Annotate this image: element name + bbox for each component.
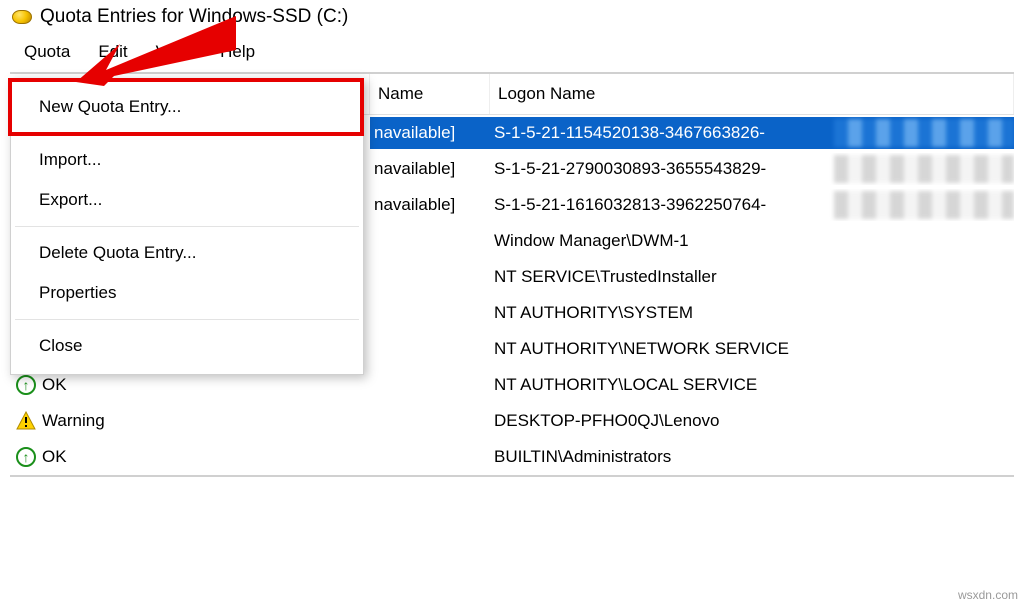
logon-text: NT AUTHORITY\LOCAL SERVICE	[494, 375, 757, 394]
menu-item-new-quota-entry[interactable]: New Quota Entry...	[11, 87, 363, 127]
menu-separator	[15, 133, 359, 134]
quota-dropdown: New Quota Entry... Import...Export... Dele…	[10, 78, 364, 375]
cell-name	[370, 343, 490, 355]
table-row[interactable]: Warning DESKTOP-PFHO0QJ\Lenovo	[10, 403, 1014, 439]
table-row[interactable]: OK BUILTIN\Administrators	[10, 439, 1014, 475]
logon-text: NT AUTHORITY\SYSTEM	[494, 303, 693, 322]
menu-view[interactable]: View	[142, 38, 207, 66]
cell-status: Warning	[10, 411, 370, 431]
window-title: Quota Entries for Windows-SSD (C:)	[40, 6, 348, 28]
cell-logon: S-1-5-21-2790030893-3655543829-	[490, 153, 1014, 185]
cell-name	[370, 235, 490, 247]
cell-logon: DESKTOP-PFHO0QJ\Lenovo	[490, 405, 1014, 437]
title-bar: Quota Entries for Windows-SSD (C:)	[0, 0, 1024, 32]
cell-logon: NT AUTHORITY\LOCAL SERVICE	[490, 369, 1014, 401]
cell-status: OK	[10, 447, 370, 467]
cell-name	[370, 379, 490, 391]
menu-separator	[15, 319, 359, 320]
menu-edit[interactable]: Edit	[84, 38, 141, 66]
logon-text: DESKTOP-PFHO0QJ\Lenovo	[494, 411, 720, 430]
status-text: Warning	[42, 411, 105, 431]
ok-icon	[16, 447, 36, 467]
cell-name	[370, 451, 490, 463]
logon-text: Window Manager\DWM-1	[494, 231, 689, 250]
cell-status: OK	[10, 375, 370, 395]
logon-text: S-1-5-21-1154520138-3467663826-	[494, 123, 765, 142]
menu-help[interactable]: Help	[206, 38, 269, 66]
cell-logon: S-1-5-21-1154520138-3467663826-	[490, 117, 1014, 149]
cell-name	[370, 415, 490, 427]
watermark: wsxdn.com	[958, 588, 1018, 602]
logon-text: NT AUTHORITY\NETWORK SERVICE	[494, 339, 789, 358]
cell-logon: S-1-5-21-1616032813-3962250764-	[490, 189, 1014, 221]
menu-item-delete-quota-entry[interactable]: Delete Quota Entry...	[11, 233, 363, 273]
cell-logon: NT AUTHORITY\NETWORK SERVICE	[490, 333, 1014, 365]
menu-item-close[interactable]: Close	[11, 326, 363, 366]
cell-logon: Window Manager\DWM-1	[490, 225, 1014, 257]
menu-quota[interactable]: Quota	[10, 38, 84, 66]
cell-logon: NT AUTHORITY\SYSTEM	[490, 297, 1014, 329]
logon-text: NT SERVICE\TrustedInstaller	[494, 267, 717, 286]
logon-text: S-1-5-21-2790030893-3655543829-	[494, 159, 766, 178]
logon-text: BUILTIN\Administrators	[494, 447, 671, 466]
menu-item-import[interactable]: Import...	[11, 140, 363, 180]
redacted-region	[834, 191, 1014, 219]
status-text: OK	[42, 375, 67, 395]
cell-name	[370, 307, 490, 319]
cell-name: navailable]	[370, 117, 490, 149]
column-header-logon[interactable]: Logon Name	[490, 74, 1014, 114]
menu-item-properties[interactable]: Properties	[11, 273, 363, 313]
redacted-region	[834, 155, 1014, 183]
redacted-region	[834, 119, 1014, 147]
menu-bar: Quota Edit View Help	[0, 32, 1024, 72]
cell-logon: BUILTIN\Administrators	[490, 441, 1014, 473]
menu-item-export[interactable]: Export...	[11, 180, 363, 220]
cell-name	[370, 271, 490, 283]
logon-text: S-1-5-21-1616032813-3962250764-	[494, 195, 766, 214]
warning-icon	[16, 411, 36, 431]
menu-separator	[15, 226, 359, 227]
cell-name: navailable]	[370, 189, 490, 221]
column-header-name[interactable]: Name	[370, 74, 490, 114]
cell-name: navailable]	[370, 153, 490, 185]
ok-icon	[16, 375, 36, 395]
status-text: OK	[42, 447, 67, 467]
app-icon	[12, 10, 32, 24]
cell-logon: NT SERVICE\TrustedInstaller	[490, 261, 1014, 293]
